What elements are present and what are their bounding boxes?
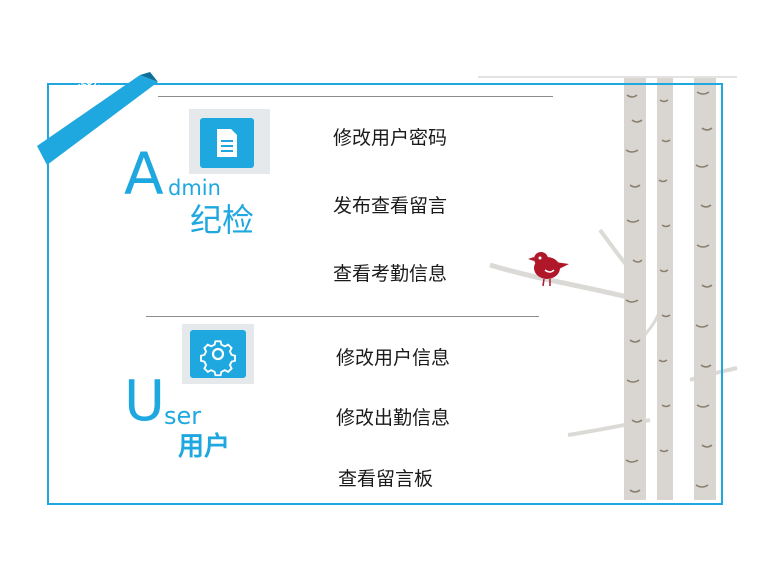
admin-title-rest: dmin [168, 176, 221, 200]
admin-icon-tile[interactable] [189, 109, 270, 174]
user-menu-item-edit-attendance[interactable]: 修改出勤信息 [336, 403, 450, 430]
admin-menu-item-attendance[interactable]: 查看考勤信息 [333, 259, 447, 286]
admin-menu-item-change-password[interactable]: 修改用户密码 [333, 123, 447, 150]
user-menu-item-edit-info[interactable]: 修改用户信息 [336, 343, 450, 370]
admin-menu-item-messages[interactable]: 发布查看留言 [333, 191, 447, 218]
user-icon-tile[interactable] [182, 324, 254, 384]
function-ribbon: 功能 [0, 0, 200, 200]
admin-divider [158, 96, 553, 97]
user-title-rest: ser [164, 402, 202, 430]
admin-big-letter: A [124, 140, 164, 208]
gear-icon [200, 340, 236, 377]
user-big-letter: U [124, 369, 165, 434]
user-divider [146, 316, 539, 317]
ribbon-shape [37, 72, 158, 165]
user-menu-item-message-board[interactable]: 查看留言板 [338, 464, 433, 491]
admin-label: 纪检 [190, 201, 255, 239]
user-label: 用户 [178, 432, 231, 462]
document-icon [217, 129, 237, 157]
